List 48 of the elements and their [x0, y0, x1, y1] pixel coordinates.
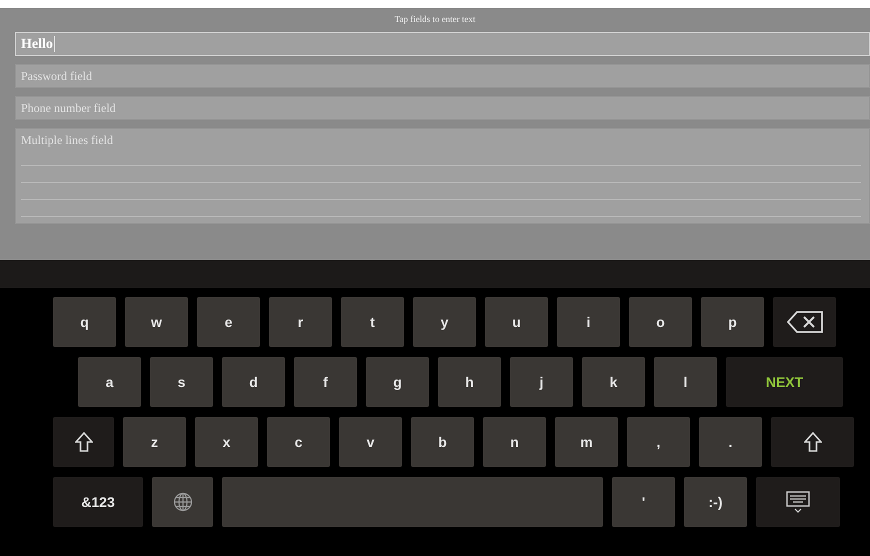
- letter-key[interactable]: b: [411, 417, 474, 467]
- field-value: Hello: [21, 36, 53, 54]
- letter-key[interactable]: j: [510, 357, 573, 407]
- header-title: Tap fields to enter text: [394, 13, 476, 26]
- letter-key[interactable]: q: [53, 297, 116, 347]
- letter-key[interactable]: x: [195, 417, 258, 467]
- shift-key[interactable]: [771, 417, 854, 467]
- field-placeholder: Password field: [21, 68, 92, 85]
- backspace-icon: [786, 311, 822, 333]
- language-key[interactable]: [152, 477, 213, 527]
- letter-key[interactable]: h: [438, 357, 501, 407]
- letter-key[interactable]: r: [269, 297, 332, 347]
- letter-key[interactable]: d: [222, 357, 285, 407]
- shift-icon: [74, 432, 92, 452]
- field-placeholder: Multiple lines field: [21, 132, 114, 149]
- letter-key[interactable]: a: [78, 357, 141, 407]
- globe-icon: [172, 492, 192, 512]
- text-cursor: [54, 36, 55, 52]
- letter-key[interactable]: z: [123, 417, 186, 467]
- letter-key[interactable]: t: [341, 297, 404, 347]
- letter-key[interactable]: k: [582, 357, 645, 407]
- letter-key[interactable]: n: [483, 417, 546, 467]
- letter-key[interactable]: p: [701, 297, 764, 347]
- letter-key[interactable]: s: [150, 357, 213, 407]
- letter-key[interactable]: :-): [684, 477, 747, 527]
- letter-key[interactable]: m: [555, 417, 618, 467]
- letter-key[interactable]: ': [612, 477, 675, 527]
- letter-key[interactable]: l: [654, 357, 717, 407]
- shift-icon: [804, 432, 822, 452]
- letter-key[interactable]: c: [267, 417, 330, 467]
- letter-key[interactable]: y: [413, 297, 476, 347]
- next-key[interactable]: NEXT: [726, 357, 843, 407]
- backspace-key[interactable]: [773, 297, 836, 347]
- letter-key[interactable]: o: [629, 297, 692, 347]
- letter-key[interactable]: i: [557, 297, 620, 347]
- letter-key[interactable]: g: [366, 357, 429, 407]
- letter-key[interactable]: w: [125, 297, 188, 347]
- keyboard-hide-icon: [785, 491, 811, 513]
- letter-key[interactable]: ,: [627, 417, 690, 467]
- shift-key[interactable]: [53, 417, 114, 467]
- letter-key[interactable]: .: [699, 417, 762, 467]
- letter-key[interactable]: u: [485, 297, 548, 347]
- letter-key[interactable]: v: [339, 417, 402, 467]
- letter-key[interactable]: e: [197, 297, 260, 347]
- letter-key[interactable]: f: [294, 357, 357, 407]
- field-placeholder: Phone number field: [21, 100, 116, 117]
- hide-keyboard-key[interactable]: [756, 477, 840, 527]
- symbols-key[interactable]: &123: [53, 477, 143, 527]
